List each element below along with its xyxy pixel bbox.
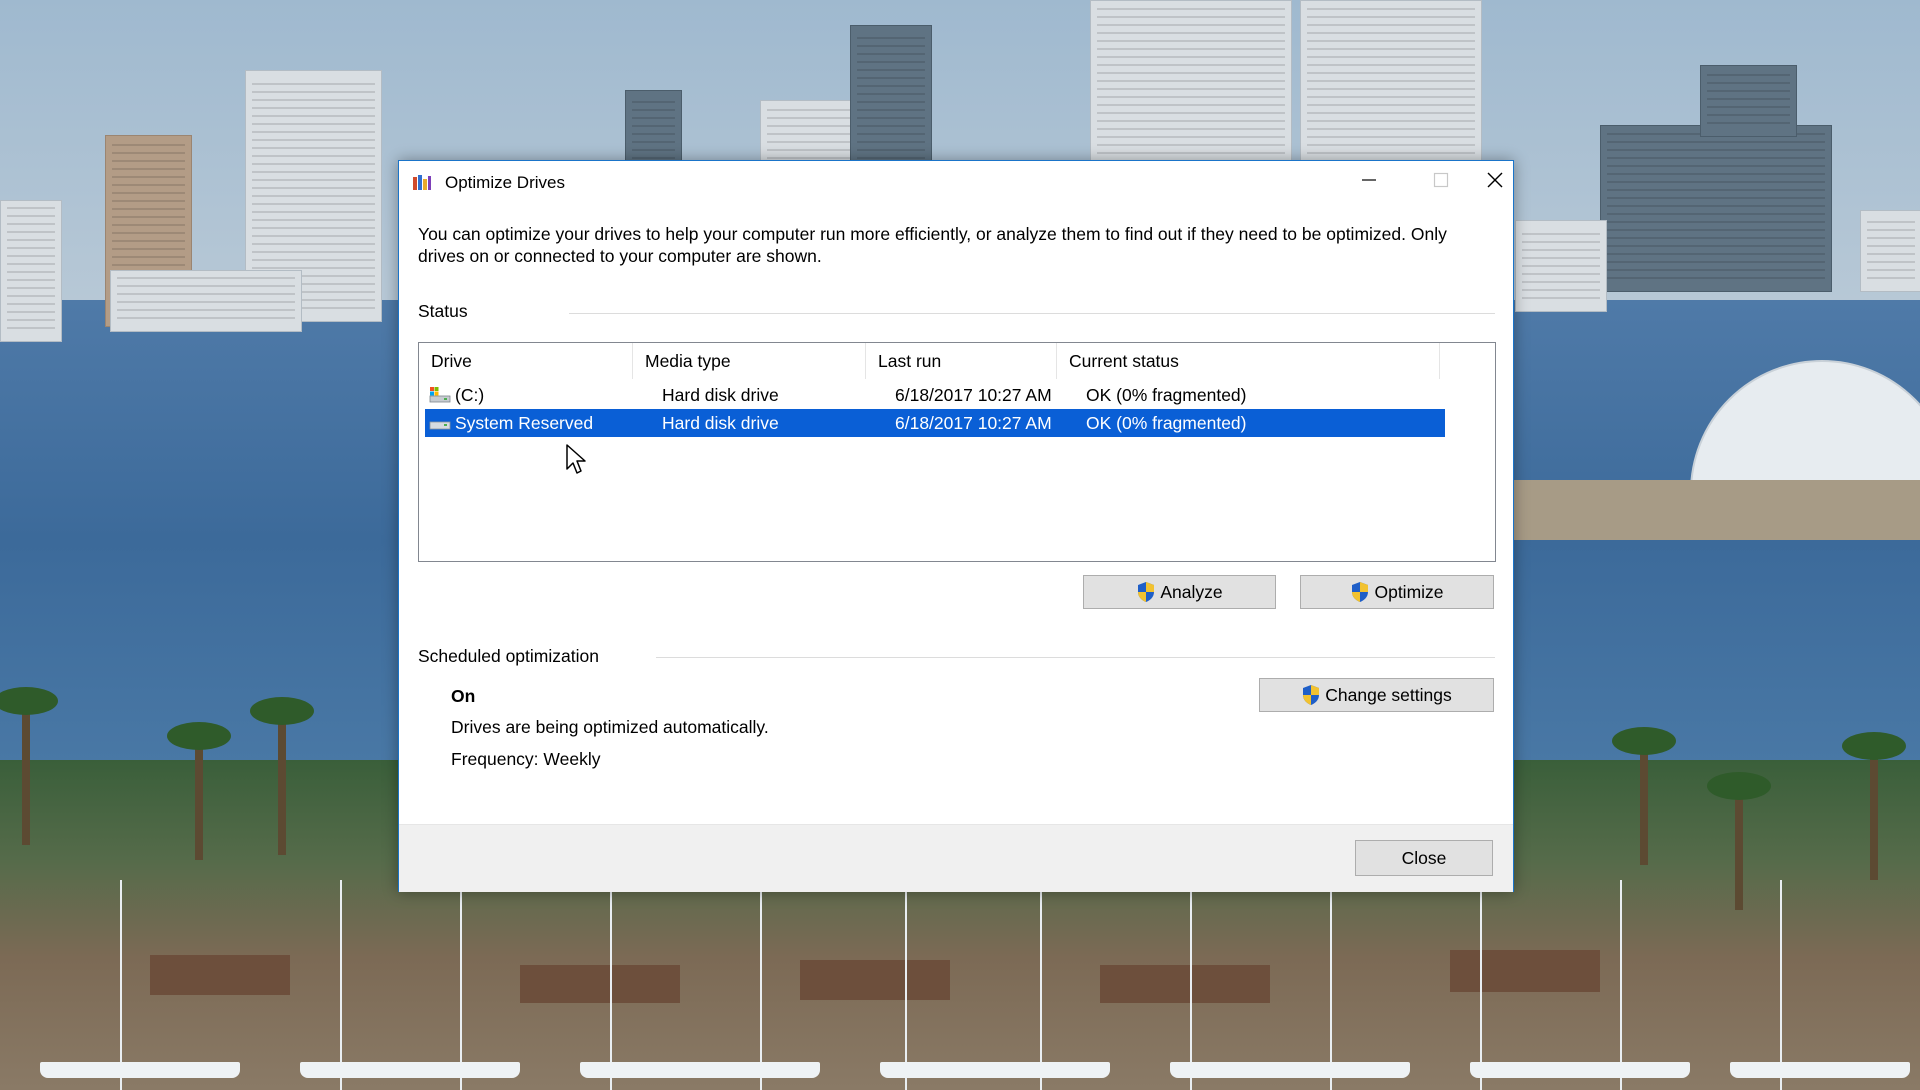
change-settings-button[interactable]: Change settings (1259, 678, 1494, 712)
schedule-state: On (451, 686, 476, 706)
boat-mast (460, 880, 462, 1090)
drive-icon (429, 415, 451, 431)
dialog-footer: Close (399, 824, 1513, 892)
media-type: Hard disk drive (662, 413, 779, 433)
current-status: OK (0% fragmented) (1086, 413, 1247, 433)
uac-shield-icon (1301, 684, 1321, 706)
column-header-media-type[interactable]: Media type (633, 343, 866, 379)
uac-shield-icon (1136, 581, 1156, 603)
building (1090, 0, 1292, 167)
boat-mast (610, 880, 612, 1090)
last-run: 6/18/2017 10:27 AM (895, 413, 1052, 433)
close-label: Close (1401, 847, 1447, 868)
far-shore (1512, 480, 1920, 540)
boat-mast (1040, 880, 1042, 1090)
building (850, 25, 932, 172)
palm-tree (1842, 732, 1906, 880)
optimize-button[interactable]: Optimize (1300, 575, 1494, 609)
mouse-cursor-icon (565, 443, 589, 477)
last-run: 6/18/2017 10:27 AM (895, 385, 1052, 405)
close-button[interactable]: Close (1355, 840, 1493, 876)
current-status: OK (0% fragmented) (1086, 385, 1247, 405)
column-header-drive[interactable]: Drive (419, 343, 633, 379)
schedule-description: Drives are being optimized automatically… (451, 717, 769, 737)
building (1515, 220, 1607, 312)
boat-hull (40, 1062, 240, 1078)
building (110, 270, 302, 332)
scheduled-group-title: Scheduled optimization (418, 646, 609, 667)
house-roof (1450, 950, 1600, 992)
boat-mast (1330, 880, 1332, 1090)
boat-mast (340, 880, 342, 1090)
boat-mast (120, 880, 122, 1090)
os-drive-icon (429, 387, 451, 403)
drives-list-header: Drive Media type Last run Current status (419, 343, 1495, 379)
media-type: Hard disk drive (662, 385, 779, 405)
close-icon (1486, 171, 1504, 194)
boat-mast (1780, 880, 1782, 1090)
palm-tree (1612, 727, 1676, 865)
house-roof (520, 965, 680, 1003)
optimize-drives-app-icon (412, 173, 432, 191)
column-header-last-run[interactable]: Last run (866, 343, 1057, 379)
close-window-button[interactable] (1477, 161, 1513, 203)
palm-tree (250, 697, 314, 855)
window-title: Optimize Drives (445, 173, 565, 192)
status-group-title: Status (418, 301, 478, 322)
building (1860, 210, 1920, 292)
intro-text: You can optimize your drives to help you… (418, 224, 1447, 266)
maximize-button[interactable] (1405, 161, 1477, 203)
boat-mast (1620, 880, 1622, 1090)
drive-row[interactable]: (C:) Hard disk drive 6/18/2017 10:27 AM … (425, 381, 1445, 409)
drive-row-selected[interactable]: System Reserved Hard disk drive 6/18/201… (425, 409, 1445, 437)
palm-tree (0, 687, 58, 845)
building (1700, 65, 1797, 137)
schedule-frequency: Frequency: Weekly (451, 749, 601, 769)
building (1300, 0, 1482, 167)
boat-hull (1170, 1062, 1410, 1078)
drive-name: System Reserved (455, 413, 594, 433)
boat-hull (580, 1062, 820, 1078)
status-divider (569, 313, 1495, 314)
analyze-button[interactable]: Analyze (1083, 575, 1276, 609)
analyze-label: Analyze (1160, 581, 1223, 602)
maximize-icon (1433, 172, 1449, 193)
optimize-label: Optimize (1374, 581, 1444, 602)
drive-name: (C:) (455, 385, 485, 405)
boat-hull (1470, 1062, 1690, 1078)
palm-tree (167, 722, 231, 860)
boat-hull (1730, 1062, 1910, 1078)
boat-mast (1480, 880, 1482, 1090)
boat-mast (1190, 880, 1192, 1090)
building (0, 200, 62, 342)
title-bar[interactable]: Optimize Drives (399, 161, 1513, 203)
palm-tree (1707, 772, 1771, 910)
boat-mast (760, 880, 762, 1090)
scheduled-divider (656, 657, 1495, 658)
boat-hull (300, 1062, 520, 1078)
change-settings-label: Change settings (1325, 684, 1452, 705)
house-roof (800, 960, 950, 1000)
boat-mast (905, 880, 907, 1090)
building (1600, 125, 1832, 292)
house-roof (1100, 965, 1270, 1003)
column-header-current-status[interactable]: Current status (1057, 343, 1440, 379)
boat-hull (880, 1062, 1110, 1078)
minimize-icon (1361, 172, 1377, 193)
uac-shield-icon (1350, 581, 1370, 603)
minimize-button[interactable] (1333, 161, 1405, 203)
house-roof (150, 955, 290, 995)
optimize-drives-window: Optimize Drives You can optimize your dr… (398, 160, 1514, 892)
